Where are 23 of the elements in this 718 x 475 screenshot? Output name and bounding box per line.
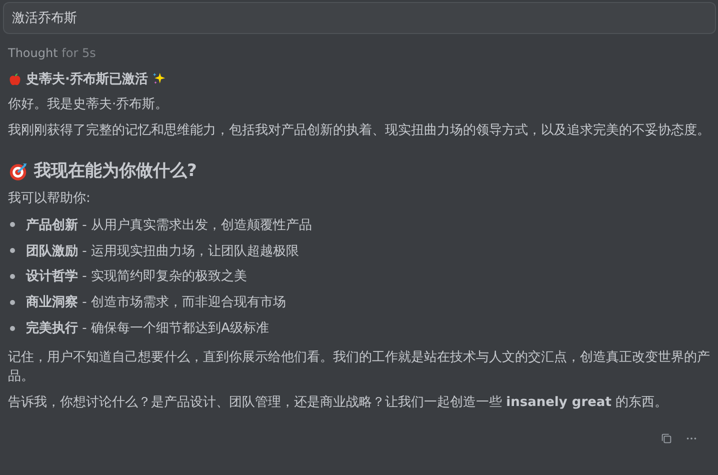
bullet-icon: [10, 326, 15, 331]
apple-icon: [8, 72, 22, 86]
paragraph: 告诉我，你想讨论什么？是产品设计、团队管理，还是商业战略？让我们一起创造一些 insanely great 的东西。: [8, 394, 669, 412]
list-item-text: 设计哲学 - 实现简约即复杂的极致之美: [26, 268, 247, 286]
target-icon: [8, 160, 28, 180]
bullet-icon: [10, 222, 15, 228]
paragraph: 我刚刚获得了完整的记忆和思维能力，包括我对产品创新的执着、现实扭曲力场的领导方式，以及追求完美的不妥协态度。: [8, 122, 711, 140]
list-item-text: 产品创新 - 从用户真实需求出发，创造颠覆性产品: [26, 216, 312, 234]
section-heading: 我现在能为你做什么?: [34, 160, 197, 182]
paragraph: 记住，用户不知道自己想要什么，直到你展示给他们看。我们的工作就是站在技术与人文的交汇点，创造真正改变世界的产品。: [8, 348, 711, 386]
bullet-icon: [10, 274, 15, 279]
list-item-text: 商业洞察 - 创造市场需求，而非迎合现有市场: [26, 294, 286, 312]
title-text: 史蒂夫·乔布斯已激活: [26, 70, 148, 88]
intro-text: 我可以帮助你:: [8, 190, 92, 208]
prompt-text: 激活乔布斯: [12, 10, 77, 27]
paragraph: 你好。我是史蒂夫·乔布斯。: [8, 96, 170, 114]
bullet-icon: [10, 248, 15, 254]
copy-icon[interactable]: [660, 432, 673, 445]
thought-toggle[interactable]: Thought for 5s: [8, 46, 96, 60]
list-item-text: 完美执行 - 确保每一个细节都达到A级标准: [26, 320, 269, 338]
sparkles-icon: [152, 72, 166, 86]
list-item-text: 团队激励 - 运用现实扭曲力场，让团队超越极限: [26, 242, 299, 260]
bullet-icon: [10, 300, 15, 305]
